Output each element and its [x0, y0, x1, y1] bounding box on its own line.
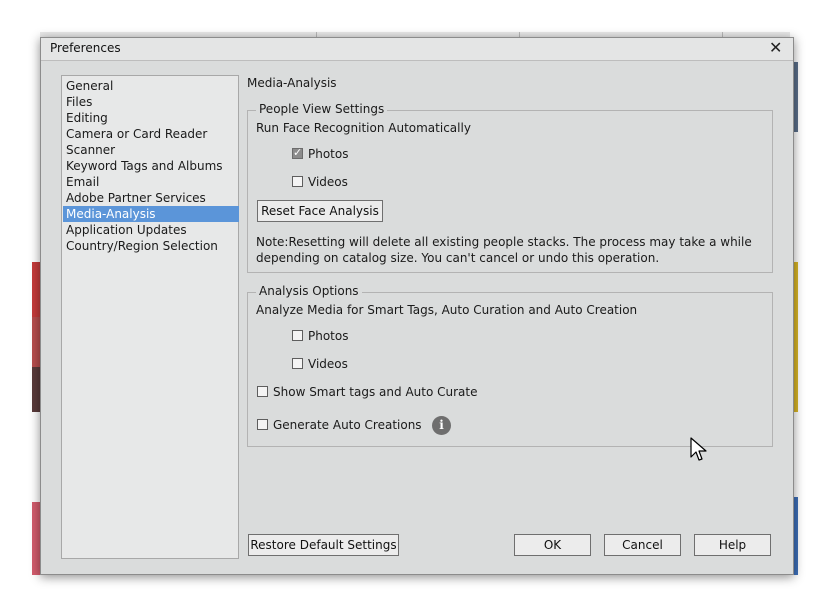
nav-item-media-analysis[interactable]: Media-Analysis: [63, 206, 239, 222]
analysis-options-group: Analysis Options Analyze Media for Smart…: [247, 284, 773, 447]
people-view-settings-group: People View Settings Run Face Recognitio…: [247, 102, 773, 273]
nav-item-editing[interactable]: Editing: [63, 110, 239, 126]
help-button[interactable]: Help: [694, 534, 771, 556]
analysis-options-legend: Analysis Options: [256, 284, 362, 298]
analysis-videos-label: Videos: [308, 357, 348, 371]
dialog-title: Preferences: [50, 41, 121, 55]
nav-item-country-region[interactable]: Country/Region Selection: [63, 238, 239, 254]
title-bar: Preferences ✕: [41, 38, 793, 61]
info-icon[interactable]: i: [432, 416, 451, 435]
reset-note-line-2: depending on catalog size. You can't can…: [256, 251, 660, 265]
analysis-videos-checkbox[interactable]: [292, 358, 303, 369]
reset-note-line-1: Note:Resetting will delete all existing …: [256, 235, 752, 249]
nav-item-scanner[interactable]: Scanner: [63, 142, 239, 158]
analysis-photos-checkbox[interactable]: [292, 330, 303, 341]
smart-tags-checkbox[interactable]: [257, 386, 268, 397]
preferences-category-list: General Files Editing Camera or Card Rea…: [61, 75, 239, 559]
restore-default-settings-button[interactable]: Restore Default Settings: [248, 534, 399, 556]
nav-item-camera-card-reader[interactable]: Camera or Card Reader: [63, 126, 239, 142]
nav-item-files[interactable]: Files: [63, 94, 239, 110]
background-left-strip: [32, 32, 40, 575]
analysis-heading: Analyze Media for Smart Tags, Auto Curat…: [256, 303, 638, 317]
face-videos-label: Videos: [308, 175, 348, 189]
analysis-photos-label: Photos: [308, 329, 349, 343]
face-photos-label: Photos: [308, 147, 349, 161]
nav-item-keyword-tags-albums[interactable]: Keyword Tags and Albums: [63, 158, 239, 174]
reset-face-analysis-button[interactable]: Reset Face Analysis: [257, 200, 383, 222]
smart-tags-label: Show Smart tags and Auto Curate: [273, 385, 478, 399]
nav-item-adobe-partner-services[interactable]: Adobe Partner Services: [63, 190, 239, 206]
nav-item-application-updates[interactable]: Application Updates: [63, 222, 239, 238]
face-recognition-heading: Run Face Recognition Automatically: [256, 121, 471, 135]
people-view-settings-legend: People View Settings: [256, 102, 388, 116]
auto-creations-checkbox[interactable]: [257, 419, 268, 430]
auto-creations-label: Generate Auto Creations: [273, 418, 422, 432]
face-photos-checkbox[interactable]: [292, 146, 303, 159]
nav-item-general[interactable]: General: [63, 78, 239, 94]
preferences-dialog: Preferences ✕ General Files Editing Came…: [40, 37, 794, 575]
close-icon[interactable]: ✕: [769, 38, 782, 57]
section-title: Media-Analysis: [247, 76, 337, 90]
ok-button[interactable]: OK: [514, 534, 591, 556]
mouse-cursor-icon: [690, 437, 707, 461]
face-videos-checkbox[interactable]: [292, 176, 303, 187]
nav-item-email[interactable]: Email: [63, 174, 239, 190]
cancel-button[interactable]: Cancel: [604, 534, 681, 556]
